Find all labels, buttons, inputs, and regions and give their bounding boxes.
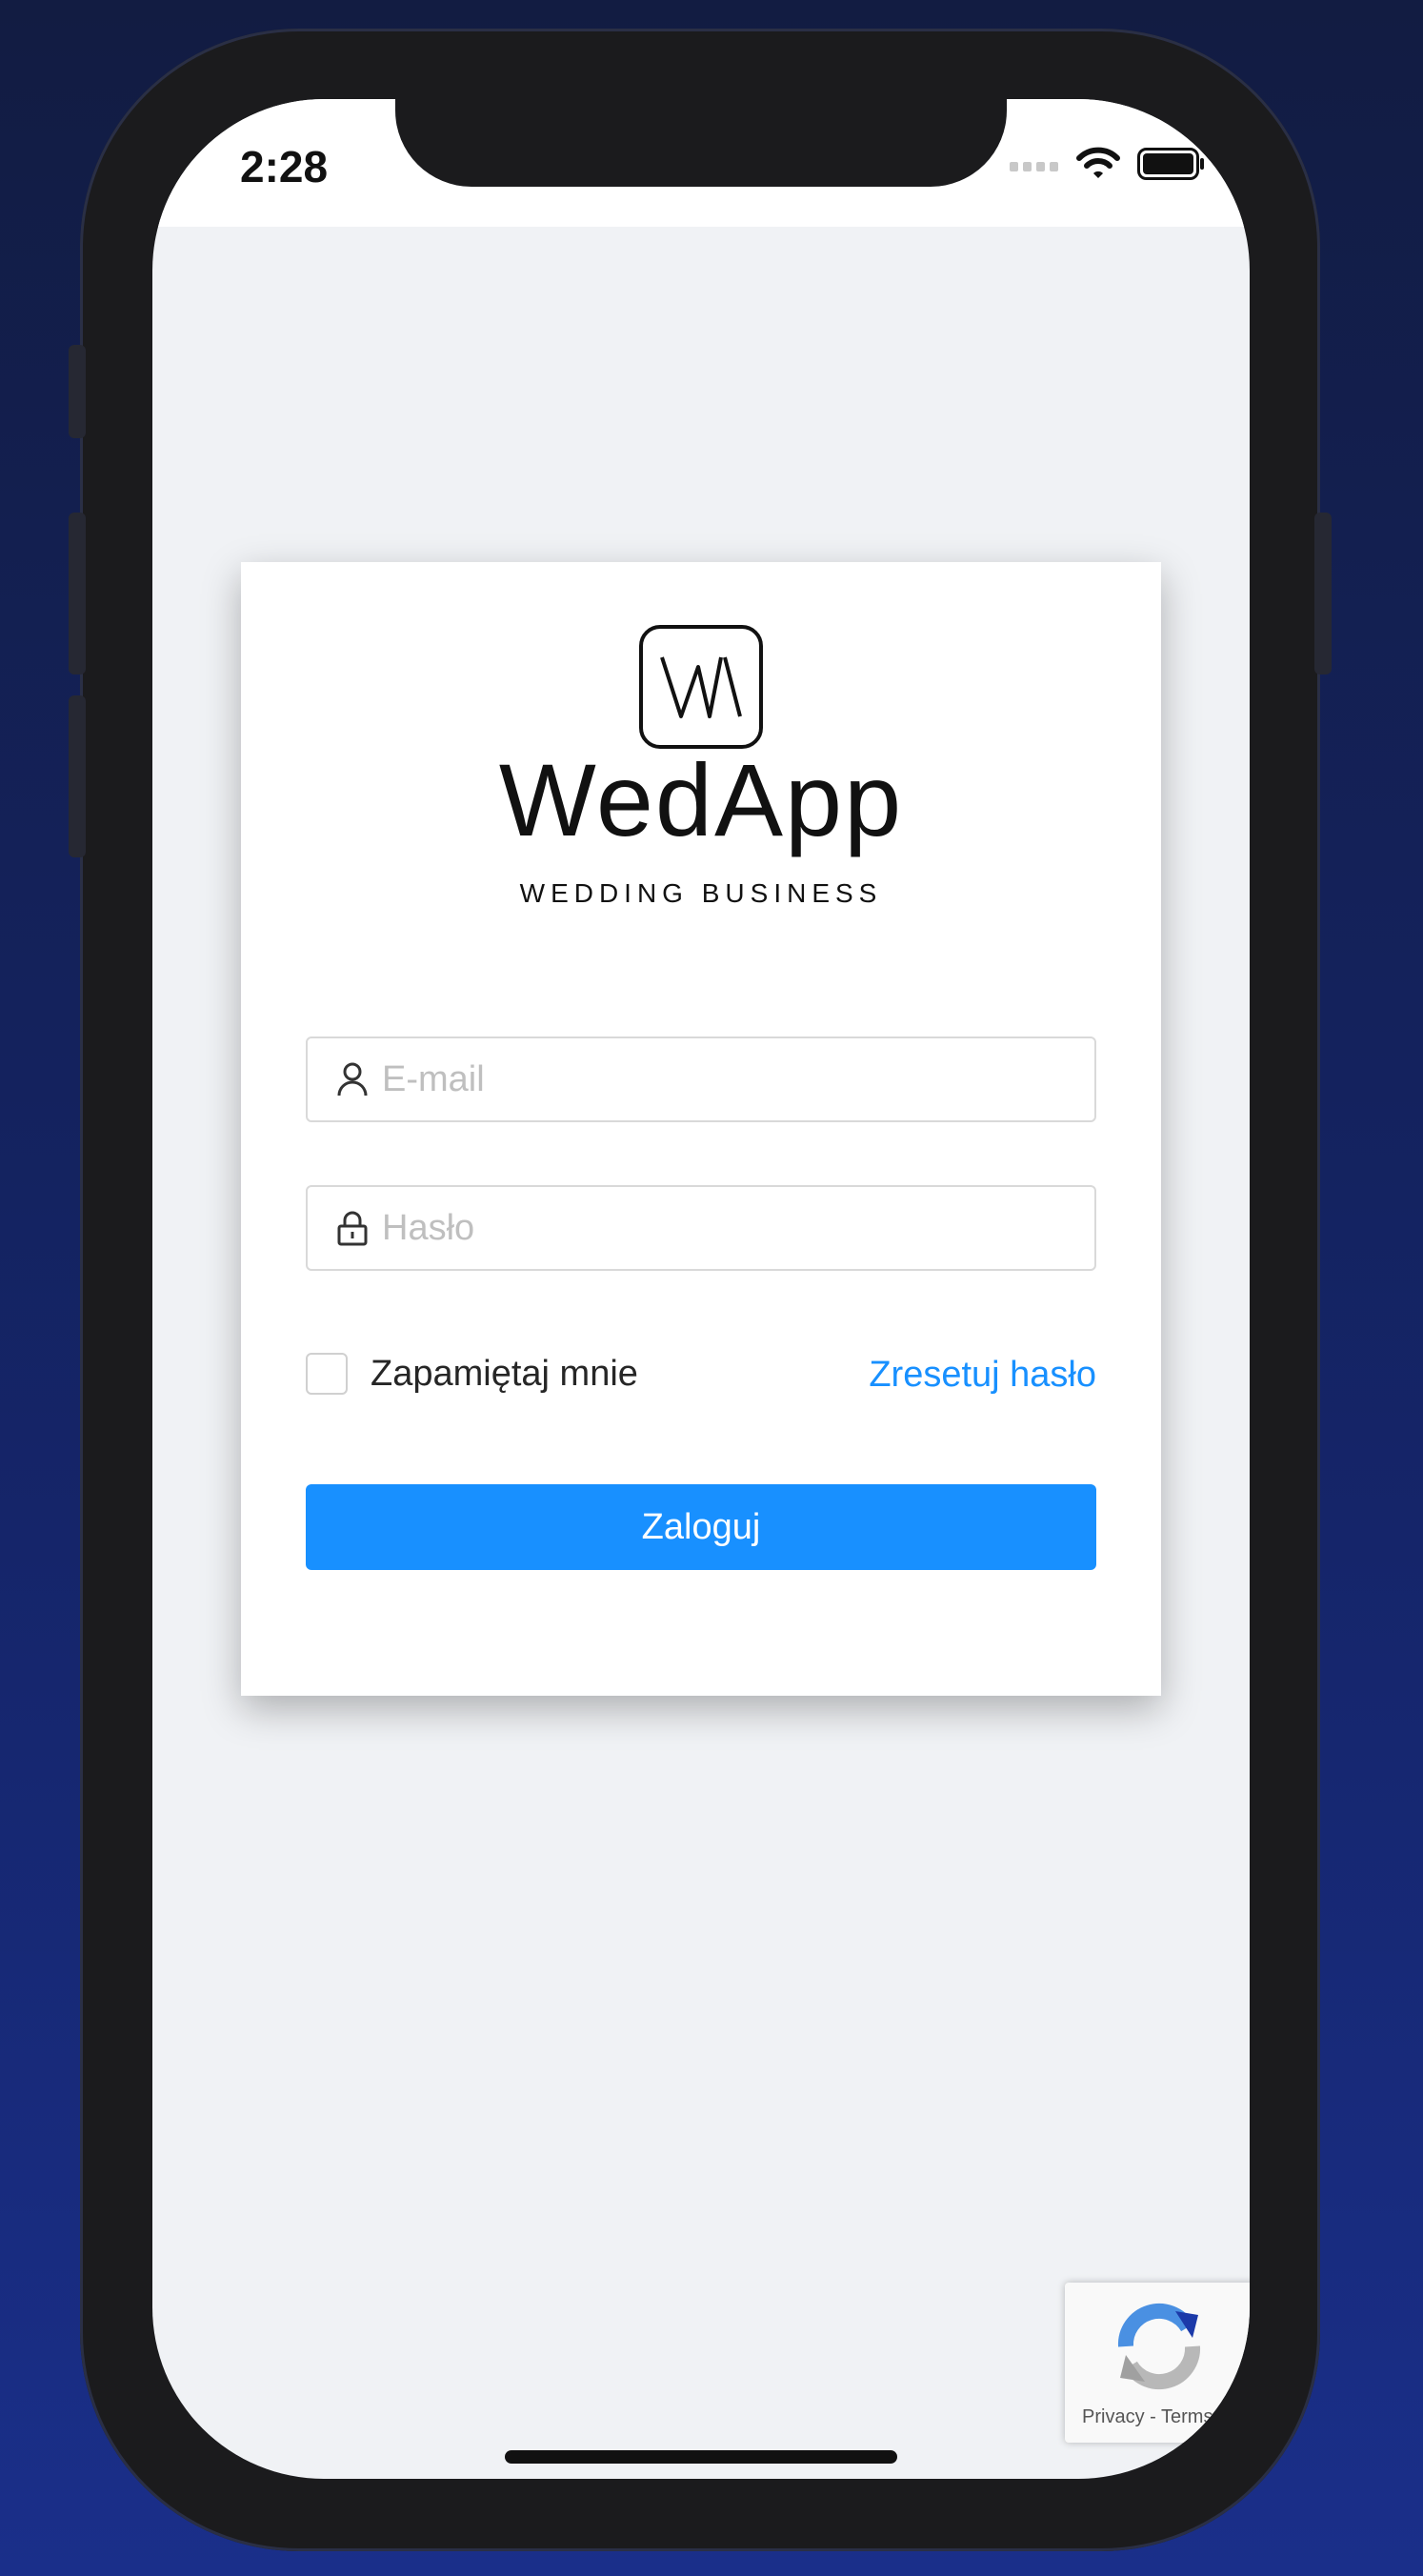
volume-down-button <box>69 695 86 857</box>
recaptcha-terms-link[interactable]: Terms <box>1161 2406 1213 2427</box>
password-input[interactable] <box>382 1207 1068 1249</box>
email-input[interactable] <box>382 1058 1068 1100</box>
brand-tagline: WEDDING BUSINESS <box>519 878 883 908</box>
phone-screen: 2:28 WedApp WEDDING BUSINESS E-mail Zapa… <box>152 99 1250 2479</box>
recaptcha-badge[interactable]: Privacy - Terms <box>1065 2283 1250 2443</box>
mute-switch <box>69 345 86 438</box>
recaptcha-links: Privacy - Terms <box>1082 2406 1213 2428</box>
home-indicator <box>505 2450 897 2464</box>
remember-me[interactable]: Zapamiętaj mnie <box>306 1353 638 1395</box>
remember-checkbox[interactable] <box>306 1353 348 1395</box>
recaptcha-icon <box>1117 2303 1201 2390</box>
recaptcha-separator: - <box>1150 2406 1156 2427</box>
lock-icon <box>337 1211 368 1246</box>
power-button <box>1314 513 1332 674</box>
battery-icon <box>1137 148 1204 180</box>
wifi-icon <box>1076 147 1120 178</box>
cellular-signal-icon <box>1010 162 1058 171</box>
email-field[interactable] <box>306 1036 1096 1122</box>
recaptcha-privacy-link[interactable]: Privacy <box>1082 2406 1145 2427</box>
status-bar: 2:28 <box>152 99 1250 227</box>
logo-mark-icon <box>639 625 763 749</box>
logo <box>241 625 1161 750</box>
remember-label: Zapamiętaj mnie <box>371 1353 638 1394</box>
login-card: WedApp WEDDING BUSINESS Zapamiętaj mnie … <box>241 562 1161 1696</box>
status-time: 2:28 <box>240 142 329 191</box>
status-icons <box>1010 147 1206 181</box>
reset-password-link[interactable]: Zresetuj hasło <box>869 1355 1096 1396</box>
password-field[interactable] <box>306 1185 1096 1271</box>
brand-name: WedApp <box>498 742 904 857</box>
notch <box>395 99 1007 187</box>
login-button[interactable]: Zaloguj <box>306 1484 1096 1570</box>
volume-up-button <box>69 513 86 674</box>
wa-monogram-icon <box>660 656 742 718</box>
user-icon <box>337 1062 368 1097</box>
